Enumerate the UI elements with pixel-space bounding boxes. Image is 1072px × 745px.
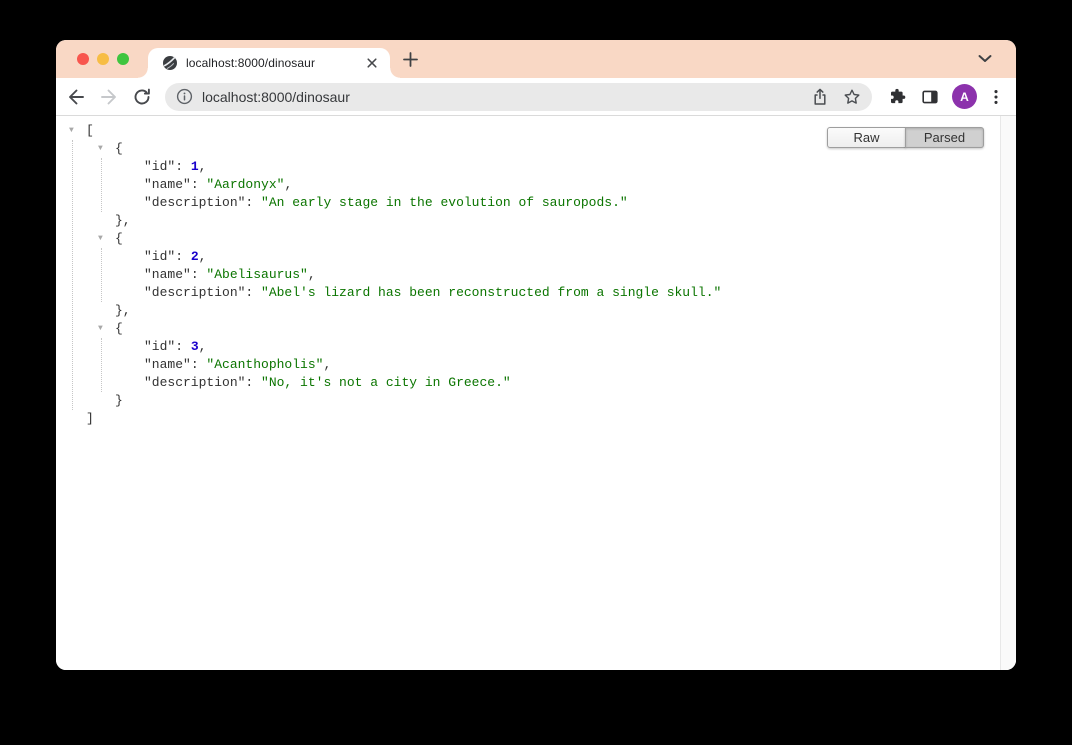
json-token-p: }, [115, 213, 131, 228]
close-tab-icon[interactable] [364, 55, 380, 71]
json-line: "description": "No, it's not a city in G… [144, 374, 1016, 392]
tab-corner-left [138, 68, 148, 78]
json-token-p: , [199, 339, 207, 354]
json-token-p: : [245, 285, 261, 300]
json-line: } [115, 392, 1016, 410]
raw-parsed-toggle: Raw Parsed [827, 127, 984, 148]
json-token-p: : [245, 375, 261, 390]
json-token-p: { [115, 141, 123, 156]
json-token-p: [ [86, 123, 94, 138]
json-line: ▼{ [115, 320, 1016, 338]
bookmark-star-icon[interactable] [843, 88, 861, 106]
json-token-k: "id" [144, 339, 175, 354]
json-token-k: "id" [144, 159, 175, 174]
json-line: "description": "Abel's lizard has been r… [144, 284, 1016, 302]
json-token-s: "Abelisaurus" [206, 267, 307, 282]
json-token-p: : [175, 249, 191, 264]
json-token-n: 1 [191, 159, 199, 174]
json-token-k: "name" [144, 357, 191, 372]
collapse-triangle-icon[interactable]: ▼ [98, 140, 110, 158]
json-tree: ▼[▼{"id": 1,"name": "Aardonyx","descript… [56, 116, 1016, 428]
json-token-k: "description" [144, 195, 245, 210]
collapse-triangle-icon[interactable]: ▼ [98, 320, 110, 338]
json-line: "id": 1, [144, 158, 1016, 176]
json-token-k: "id" [144, 249, 175, 264]
json-token-p: , [323, 357, 331, 372]
tab-corner-right [390, 68, 400, 78]
collapse-triangle-icon[interactable]: ▼ [98, 230, 110, 248]
avatar-initial: A [960, 90, 969, 104]
tab-strip: localhost:8000/dinosaur [56, 40, 1016, 78]
json-line: ] [86, 410, 1016, 428]
extensions-puzzle-icon[interactable] [888, 88, 906, 106]
json-token-p: } [115, 393, 123, 408]
json-line: }, [115, 302, 1016, 320]
share-icon[interactable] [811, 88, 829, 106]
minimize-window-button[interactable] [97, 53, 109, 65]
browser-window: localhost:8000/dinosaur [56, 40, 1016, 670]
json-line: }, [115, 212, 1016, 230]
json-token-p: , [199, 159, 207, 174]
navigation-bar: localhost:8000/dinosaur A [56, 78, 1016, 116]
json-children: ▼{"id": 1,"name": "Aardonyx","descriptio… [72, 140, 1016, 410]
json-token-k: "name" [144, 177, 191, 192]
json-line: ▼{ [115, 230, 1016, 248]
new-tab-button[interactable] [402, 51, 419, 68]
scrollbar-track[interactable] [1000, 116, 1016, 670]
json-token-p: }, [115, 303, 131, 318]
json-children: "id": 2,"name": "Abelisaurus","descripti… [101, 248, 1016, 302]
json-token-s: "Acanthopholis" [206, 357, 323, 372]
json-token-p: : [175, 159, 191, 174]
profile-avatar[interactable]: A [952, 84, 977, 109]
json-token-p: { [115, 321, 123, 336]
address-bar[interactable]: localhost:8000/dinosaur [165, 83, 872, 111]
json-children: "id": 3,"name": "Acanthopholis","descrip… [101, 338, 1016, 392]
side-panel-icon[interactable] [921, 88, 939, 106]
browser-tab[interactable]: localhost:8000/dinosaur [148, 48, 390, 78]
json-token-p: : [191, 267, 207, 282]
json-line: "id": 3, [144, 338, 1016, 356]
json-token-s: "An early stage in the evolution of saur… [261, 195, 628, 210]
json-token-n: 3 [191, 339, 199, 354]
json-token-s: "Aardonyx" [206, 177, 284, 192]
json-line: "description": "An early stage in the ev… [144, 194, 1016, 212]
json-token-k: "description" [144, 285, 245, 300]
json-token-p: : [245, 195, 261, 210]
reload-button[interactable] [132, 87, 152, 107]
json-token-p: ] [86, 411, 94, 426]
json-token-k: "name" [144, 267, 191, 282]
json-token-p: { [115, 231, 123, 246]
collapse-triangle-icon[interactable]: ▼ [69, 122, 81, 140]
json-line: "name": "Acanthopholis", [144, 356, 1016, 374]
browser-menu-icon[interactable] [987, 88, 1005, 106]
json-line: "name": "Abelisaurus", [144, 266, 1016, 284]
page-content: ▼[▼{"id": 1,"name": "Aardonyx","descript… [56, 116, 1016, 670]
site-info-icon[interactable] [176, 88, 193, 105]
json-line: "id": 2, [144, 248, 1016, 266]
json-token-p: , [284, 177, 292, 192]
json-token-s: "Abel's lizard has been reconstructed fr… [261, 285, 721, 300]
json-token-p: : [191, 357, 207, 372]
json-token-p: : [191, 177, 207, 192]
parsed-button[interactable]: Parsed [905, 127, 984, 148]
json-token-n: 2 [191, 249, 199, 264]
json-children: "id": 1,"name": "Aardonyx","description"… [101, 158, 1016, 212]
json-token-p: , [199, 249, 207, 264]
json-line: "name": "Aardonyx", [144, 176, 1016, 194]
zoom-window-button[interactable] [117, 53, 129, 65]
globe-favicon-icon [162, 55, 178, 71]
close-window-button[interactable] [77, 53, 89, 65]
json-token-k: "description" [144, 375, 245, 390]
forward-button[interactable] [99, 87, 119, 107]
json-token-p: , [308, 267, 316, 282]
back-button[interactable] [66, 87, 86, 107]
json-token-p: : [175, 339, 191, 354]
tab-title: localhost:8000/dinosaur [186, 56, 364, 70]
tab-search-chevron-icon[interactable] [977, 53, 993, 65]
json-token-s: "No, it's not a city in Greece." [261, 375, 511, 390]
raw-button[interactable]: Raw [827, 127, 906, 148]
url-text[interactable]: localhost:8000/dinosaur [202, 89, 811, 105]
